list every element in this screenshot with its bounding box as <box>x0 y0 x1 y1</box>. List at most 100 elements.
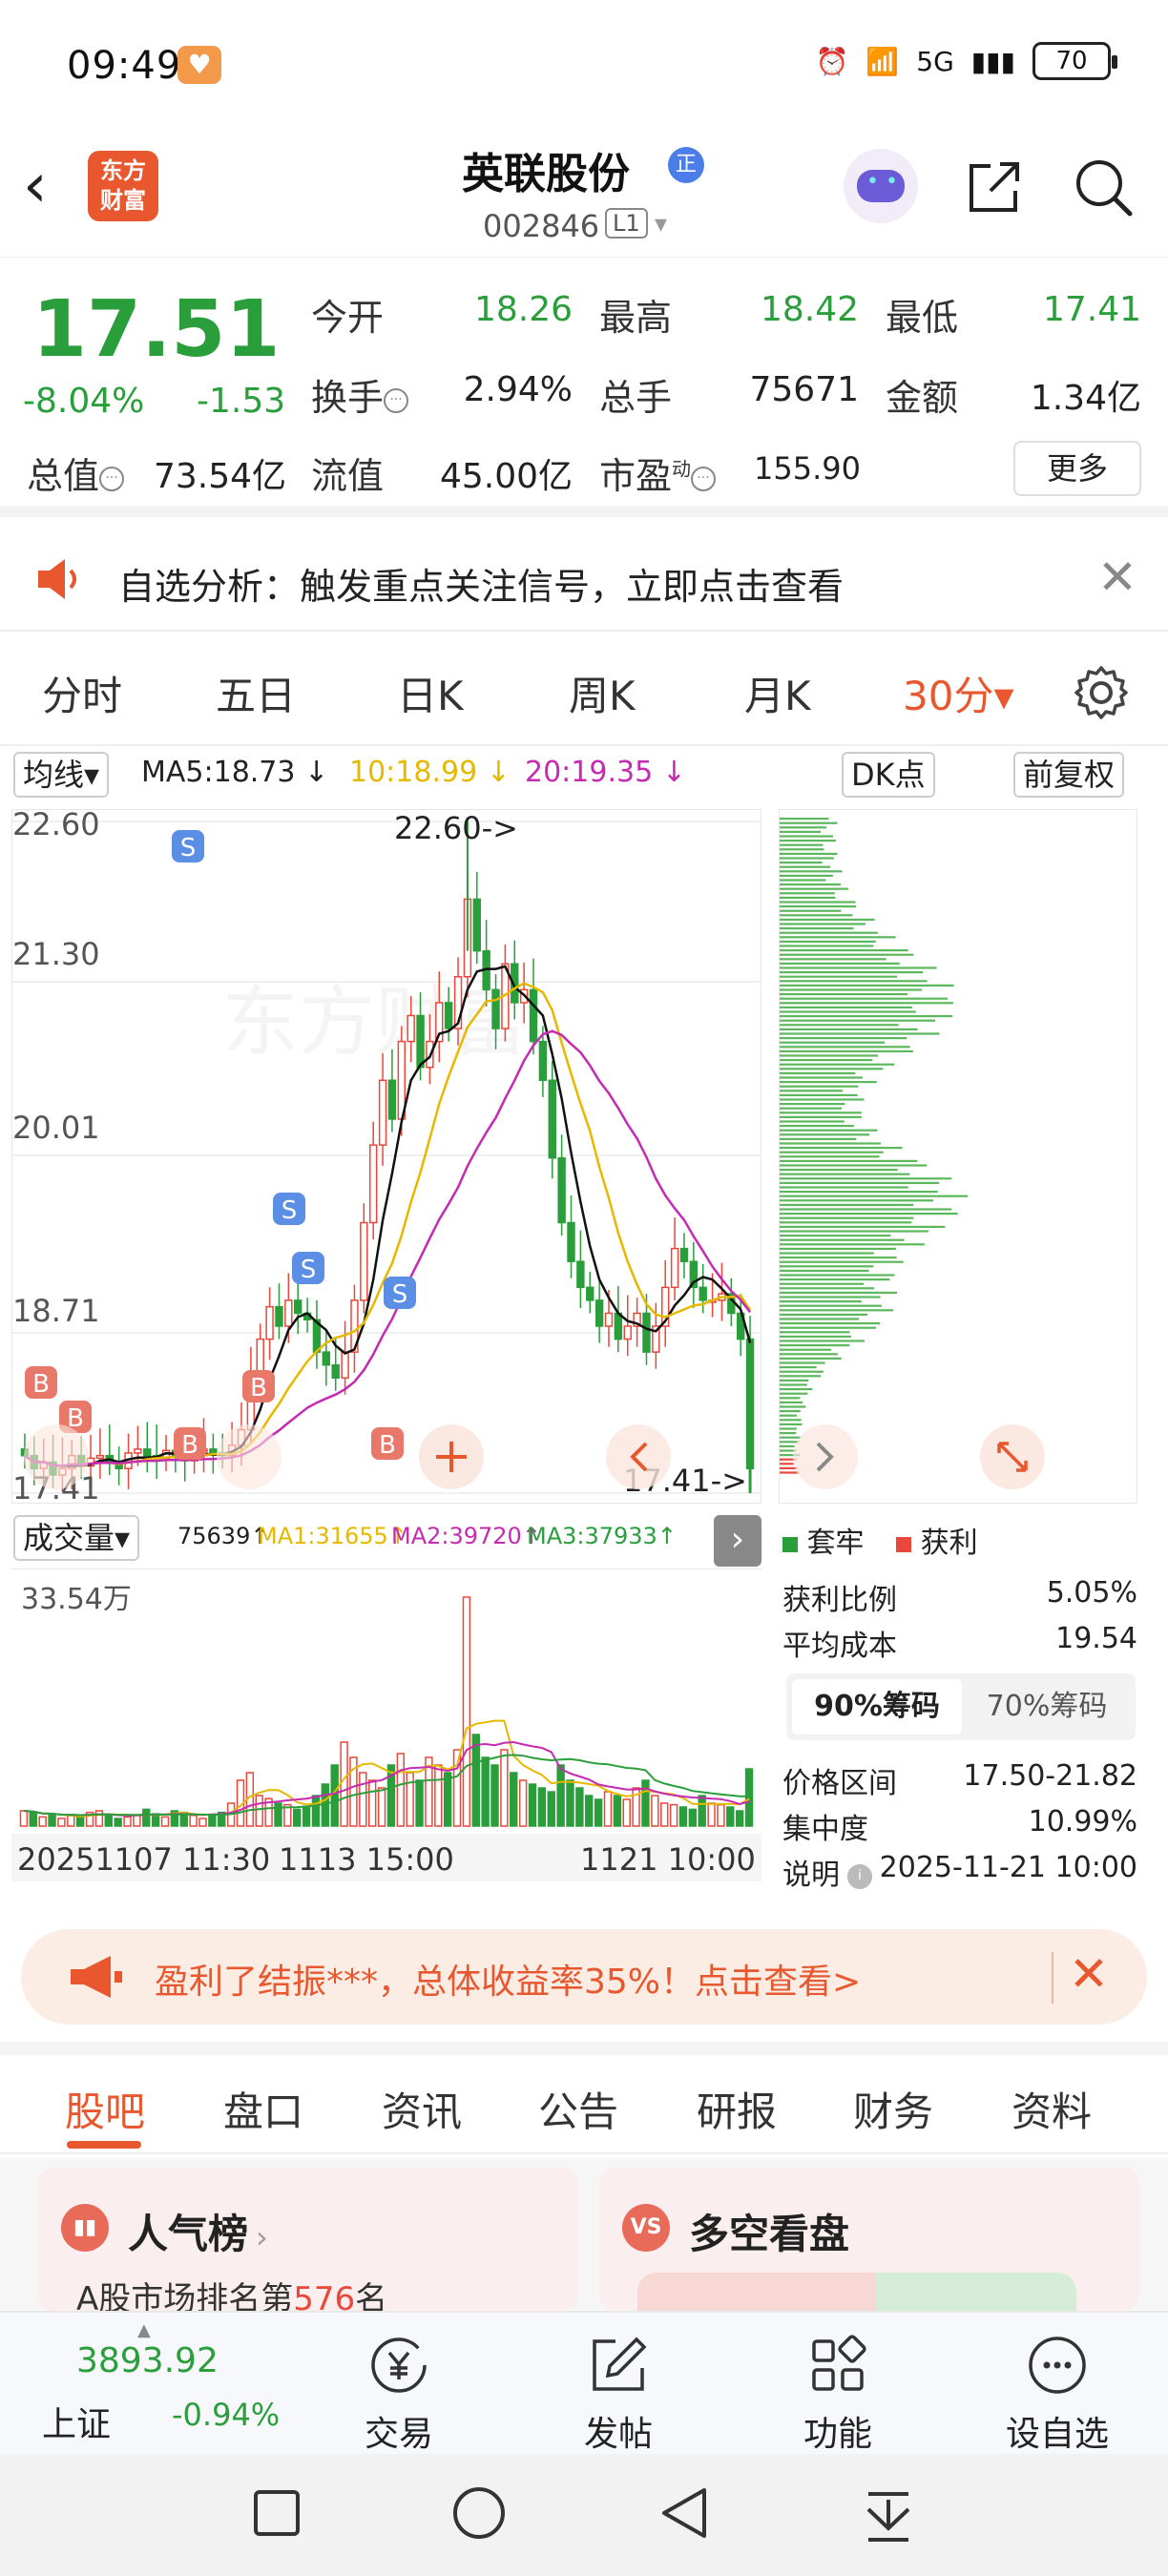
chip-bar <box>780 1028 918 1030</box>
volume-bar <box>359 1772 367 1827</box>
chip-bar <box>780 1203 914 1206</box>
signal-letter: S <box>301 1256 317 1284</box>
stock-name[interactable]: 英联股份 <box>462 139 630 200</box>
nav-add-watchlist[interactable]: 设自选 <box>991 2322 1124 2454</box>
info-icon[interactable]: ··· <box>99 466 125 491</box>
chip-bar <box>780 1103 845 1106</box>
volume-bar <box>330 1764 339 1827</box>
info-icon[interactable]: ··· <box>384 387 409 413</box>
back-icon[interactable]: ‹ <box>23 153 48 219</box>
chip-bar <box>780 843 824 846</box>
avg-cost-value: 19.54 <box>1055 1622 1137 1655</box>
volume-indicator-select[interactable]: 成交量▾ <box>13 1515 140 1561</box>
kline-svg[interactable]: 东方财富 SSSSBBBBB 22.60 21.30 20.01 18.71 1… <box>12 806 762 1506</box>
adjust-select[interactable]: 前复权 <box>1013 752 1125 798</box>
tab-research[interactable]: 研报 <box>697 2080 777 2138</box>
robot-assistant-icon[interactable] <box>844 149 918 223</box>
volume-bar <box>603 1791 613 1827</box>
bull-bear-card[interactable]: VS 多空看盘 <box>599 2168 1139 2311</box>
tab-handicap[interactable]: 盘口 <box>223 2080 303 2138</box>
chevron-down-icon[interactable]: ▾ <box>655 210 667 239</box>
chip-bar <box>780 905 857 908</box>
chip-bar <box>780 1046 910 1049</box>
tab-guba[interactable]: 股吧 <box>65 2080 145 2138</box>
tab-finance[interactable]: 财务 <box>853 2080 933 2138</box>
info-icon[interactable]: i <box>847 1863 872 1889</box>
ad-banner[interactable]: 盈利了结振***，总体收益率35%！点击查看> ✕ <box>21 1929 1147 2025</box>
chart-prev-icon[interactable] <box>606 1424 671 1489</box>
time-axis: 20251107 11:30 1113 15:00 1121 10:00 <box>11 1834 761 1881</box>
grid-icon <box>812 2335 866 2391</box>
price-range-label: 价格区间 <box>782 1767 897 1800</box>
tab-70-chips[interactable]: 70%筹码 <box>962 1679 1132 1735</box>
tab-30min[interactable]: 30分▾ <box>903 664 1014 722</box>
chip-bar <box>780 1388 813 1391</box>
chip-bar <box>780 1213 958 1215</box>
ma20-value: 20:19.35 ↓ <box>525 756 686 789</box>
notification-pull-icon[interactable] <box>866 2492 910 2542</box>
search-icon[interactable] <box>1071 155 1136 219</box>
candle-body <box>538 1040 548 1082</box>
chip-bar <box>780 1081 877 1084</box>
chip-bar <box>780 1208 952 1211</box>
volume-svg: 33.54万 <box>11 1568 761 1827</box>
chip-bar <box>780 958 886 961</box>
fullscreen-icon[interactable] <box>980 1424 1045 1489</box>
candle-body <box>623 1325 632 1340</box>
home-icon[interactable] <box>453 2487 505 2539</box>
expand-left-icon[interactable] <box>793 1424 858 1489</box>
share-icon[interactable] <box>964 156 1025 218</box>
info-icon[interactable]: ··· <box>691 466 717 491</box>
gear-icon[interactable] <box>1071 662 1132 723</box>
popularity-card[interactable]: ▮▮ 人气榜 › A股市场排名第576名 <box>38 2168 578 2318</box>
close-icon[interactable]: ✕ <box>1069 1946 1109 2002</box>
volume-bar <box>528 1783 537 1827</box>
chip-bar <box>780 1151 884 1153</box>
dk-point-select[interactable]: DK点 <box>842 752 935 798</box>
chart-left-edge-icon[interactable] <box>24 1424 89 1489</box>
recent-apps-icon[interactable] <box>254 2490 300 2536</box>
nav-post[interactable]: 发帖 <box>552 2322 685 2454</box>
volume-bar <box>660 1802 669 1827</box>
back-nav-icon[interactable] <box>662 2488 706 2538</box>
popularity-title: 人气榜 › <box>128 2211 268 2257</box>
vol-ma3-line <box>23 1754 750 1817</box>
nav-functions[interactable]: 功能 <box>771 2322 905 2454</box>
chip-bar <box>780 1090 844 1092</box>
tab-announcements[interactable]: 公告 <box>538 2080 618 2138</box>
tab-news[interactable]: 资讯 <box>382 2080 462 2138</box>
notice-bar[interactable]: 自选分析：触发重点关注信号，立即点击查看 ✕ <box>0 529 1168 632</box>
chip-bar <box>780 1331 850 1334</box>
chip-bar <box>780 1375 822 1378</box>
expand-indicator-button[interactable]: › <box>714 1515 761 1567</box>
tab-90-chips[interactable]: 90%筹码 <box>792 1679 962 1735</box>
kline-chart[interactable]: 东方财富 SSSSBBBBB 22.60 21.30 20.01 18.71 1… <box>11 806 762 1506</box>
close-icon[interactable]: ✕ <box>1097 550 1137 605</box>
indicator-select[interactable]: 均线▾ <box>13 752 110 798</box>
chart-mid-icon[interactable] <box>217 1424 282 1489</box>
stock-code[interactable]: 002846 <box>483 208 599 244</box>
chip-distribution-chart[interactable] <box>779 809 1137 1504</box>
add-drawing-button[interactable] <box>419 1424 484 1489</box>
candle-body <box>679 1247 689 1262</box>
buy-signal-marker: B <box>174 1427 206 1460</box>
volume-chart[interactable]: 33.54万 <box>11 1568 761 1866</box>
more-button[interactable]: 更多 <box>1013 441 1141 496</box>
tab-daily-k[interactable]: 日K <box>397 664 464 722</box>
nav-trade[interactable]: 交易 <box>332 2322 466 2454</box>
quote-panel: 17.51 -8.04% -1.53 今开 18.26 最高 18.42 最低 … <box>0 260 1168 517</box>
volume-bar <box>481 1756 490 1827</box>
tab-profile[interactable]: 资料 <box>1012 2080 1092 2138</box>
tab-monthly-k[interactable]: 月K <box>744 664 811 722</box>
brand-logo: 东方 财富 <box>88 151 158 221</box>
candle-body <box>614 1312 623 1340</box>
chip-bar <box>780 887 848 890</box>
candle-body <box>567 1221 575 1262</box>
chip-bar <box>780 1137 857 1140</box>
tab-weekly-k[interactable]: 周K <box>569 664 636 722</box>
tab-intraday[interactable]: 分时 <box>42 664 122 722</box>
chip-bar <box>780 936 896 939</box>
chip-bar <box>780 901 856 904</box>
tab-five-day[interactable]: 五日 <box>216 664 296 722</box>
chip-bar <box>780 1071 856 1074</box>
